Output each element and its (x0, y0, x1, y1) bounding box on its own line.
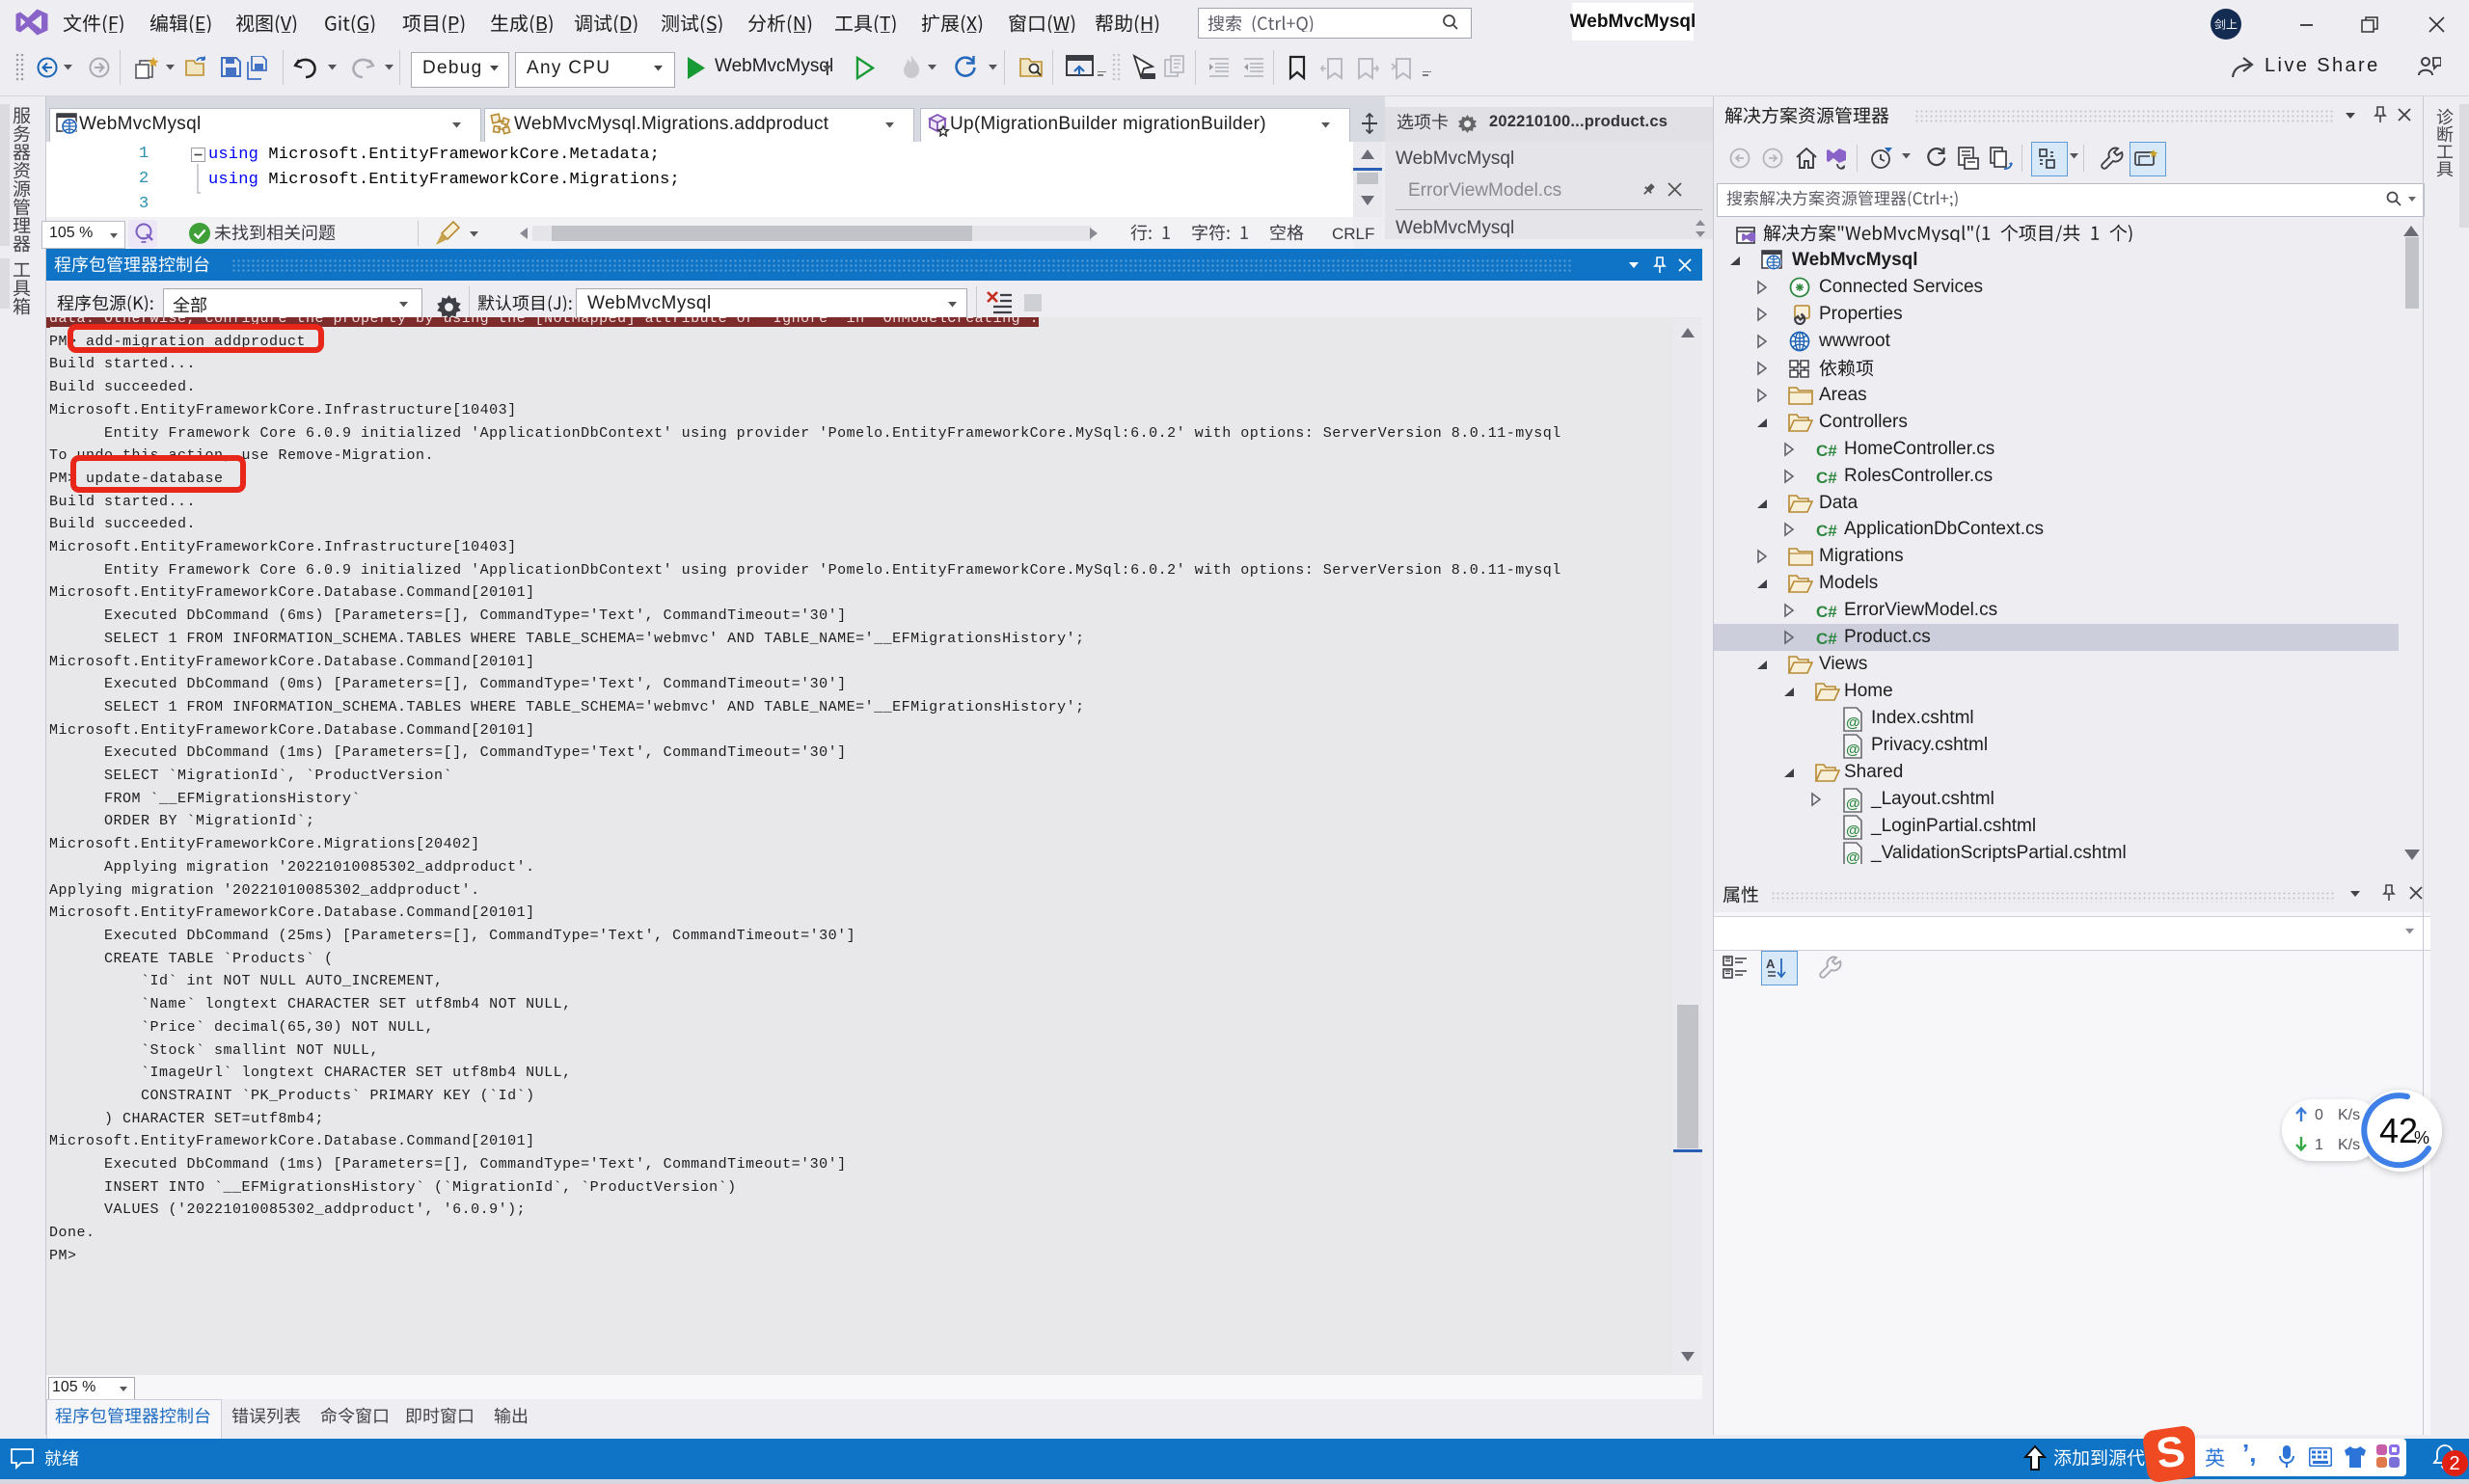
svg-text:C#: C# (1816, 522, 1837, 540)
svg-text:C#: C# (1816, 603, 1837, 621)
svg-text:C#: C# (1816, 630, 1837, 648)
svg-text:@: @ (1846, 823, 1860, 839)
svg-text:@: @ (1846, 715, 1860, 731)
svg-text:C#: C# (1816, 442, 1837, 460)
svg-text:A: A (1766, 957, 1776, 971)
svg-text:@: @ (1846, 742, 1860, 758)
svg-text:C#: C# (1816, 469, 1837, 487)
svg-text:@: @ (1846, 796, 1860, 812)
